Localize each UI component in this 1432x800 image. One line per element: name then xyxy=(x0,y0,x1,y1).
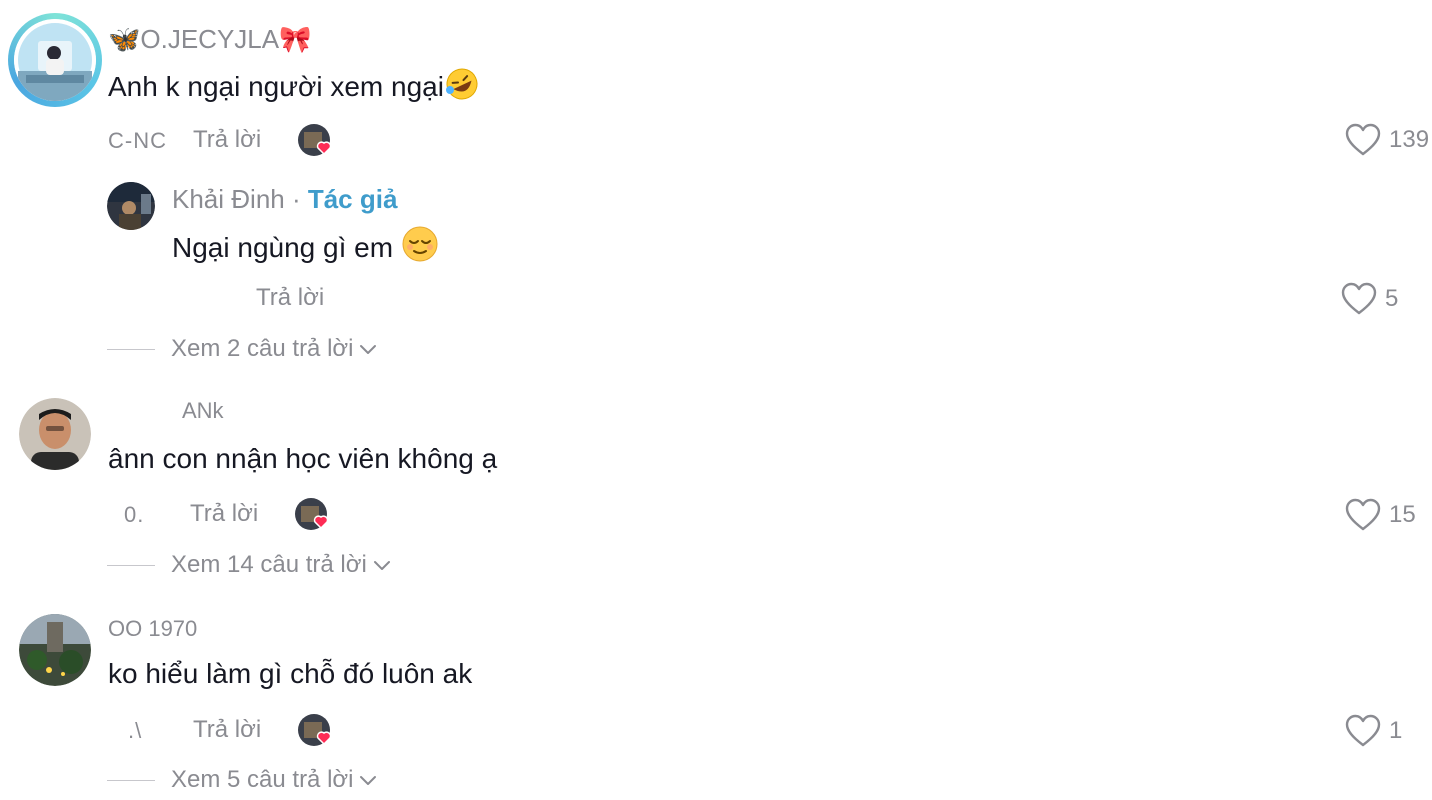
reply-button[interactable]: Trả lời xyxy=(193,716,261,744)
divider-line xyxy=(107,348,155,350)
view-replies-button[interactable]: Xem 14 câu trả lời xyxy=(107,551,391,579)
like-count: 1 xyxy=(1389,717,1403,744)
creator-liked-badge xyxy=(298,124,332,156)
creator-liked-badge xyxy=(298,714,332,746)
like-button[interactable]: 1 xyxy=(1345,713,1402,749)
avatar[interactable] xyxy=(19,614,91,686)
chevron-down-icon xyxy=(360,345,377,354)
author-badge: Tác giả xyxy=(307,184,398,214)
view-replies-button[interactable]: Xem 5 câu trả lời xyxy=(107,766,377,794)
avatar[interactable] xyxy=(19,398,91,470)
like-button[interactable]: 139 xyxy=(1345,122,1429,158)
divider-line xyxy=(107,564,155,566)
divider-line xyxy=(107,779,155,781)
like-count: 15 xyxy=(1389,501,1416,528)
chevron-down-icon xyxy=(360,776,377,785)
comment-text: Anh k ngại người xem ngại xyxy=(108,66,480,104)
like-button[interactable]: 15 xyxy=(1345,497,1416,533)
reply-text: Ngại ngùng gì em xyxy=(172,225,439,265)
like-button[interactable]: 5 xyxy=(1341,281,1398,317)
view-replies-button[interactable]: Xem 2 câu trả lời xyxy=(107,335,377,363)
creator-liked-badge xyxy=(295,498,329,530)
rofl-emoji xyxy=(445,68,478,100)
comment-text-content: Anh k ngại người xem ngại xyxy=(108,71,444,102)
heart-outline-icon xyxy=(1345,714,1381,747)
reply-username[interactable]: Khải Đinh xyxy=(172,184,285,214)
heart-outline-icon xyxy=(1345,123,1381,156)
view-replies-label: Xem 5 câu trả lời xyxy=(171,766,354,793)
view-replies-label: Xem 14 câu trả lời xyxy=(171,551,367,578)
comment-date: C-NC xyxy=(108,128,167,153)
like-count: 139 xyxy=(1389,126,1430,153)
heart-outline-icon xyxy=(1345,498,1381,531)
avatar[interactable] xyxy=(14,19,96,101)
reply-text-content: Ngại ngùng gì em xyxy=(172,232,394,263)
reply-username-line: Khải Đinh · Tác giả xyxy=(172,184,397,214)
comment-text: ânn con nnận học viên không ạ xyxy=(108,443,498,474)
reply-button[interactable]: Trả lời xyxy=(190,500,258,528)
reply-button[interactable]: Trả lời xyxy=(256,284,324,312)
comments-panel: 🦋O.JECYJLA🎀 Anh k ngại người xem ngại C-… xyxy=(0,0,1432,800)
heart-outline-icon xyxy=(1341,282,1377,315)
comment-date: .\ xyxy=(128,718,143,743)
username-separator: · xyxy=(284,184,308,214)
comment-username[interactable]: 🦋O.JECYJLA🎀 xyxy=(108,24,311,54)
reply-avatar[interactable] xyxy=(107,182,155,230)
comment-username[interactable]: OO 1970 xyxy=(108,614,197,644)
comment-text: ko hiểu làm gì chỗ đó luôn ak xyxy=(108,658,473,689)
reply-button[interactable]: Trả lời xyxy=(193,126,261,154)
view-replies-label: Xem 2 câu trả lời xyxy=(171,335,354,362)
like-count: 5 xyxy=(1385,285,1399,312)
relieved-emoji xyxy=(402,226,438,262)
comment-date: 0. xyxy=(124,502,145,527)
chevron-down-icon xyxy=(373,561,390,570)
comment-username[interactable]: ANk xyxy=(182,396,224,426)
